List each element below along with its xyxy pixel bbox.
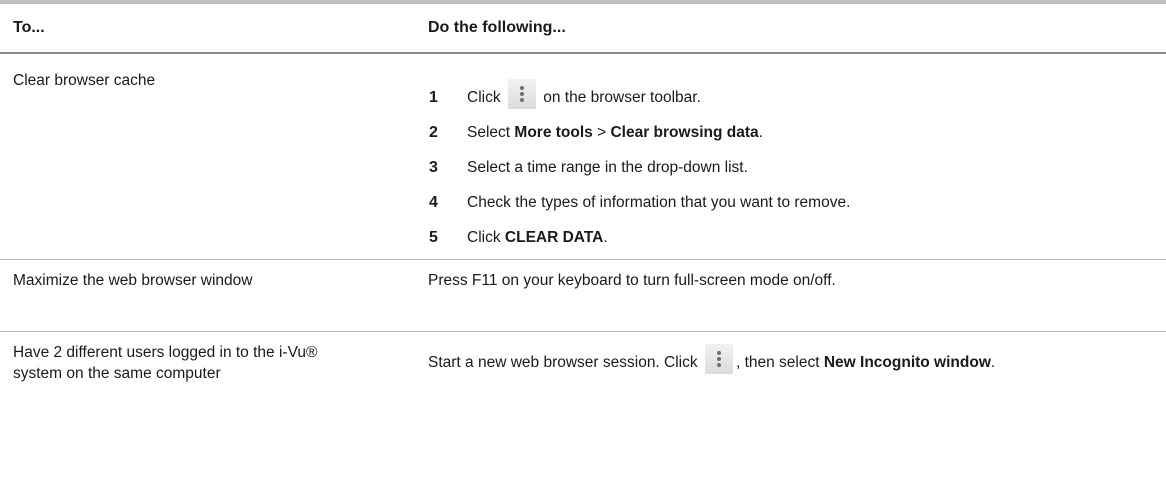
menu-path-more-tools: More tools (514, 123, 593, 141)
new-incognito-window-label: New Incognito window (823, 354, 991, 372)
task-clear-cache: Clear browser cache (13, 72, 156, 89)
table-row: Clear browser cache 1 Click on the brows… (0, 54, 1166, 260)
chrome-menu-kebab-icon (507, 78, 536, 109)
step-5: 5 Click CLEAR DATA. (420, 220, 1166, 255)
menu-path-clear-browsing-data: Clear browsing data (610, 123, 759, 141)
step-4: 4 Check the types of information that yo… (420, 185, 1166, 220)
step-text: Check the types of information that you … (467, 193, 851, 211)
table-row: Maximize the web browser window Press F1… (0, 260, 1166, 332)
task-two-users: Have 2 different users logged in to the … (13, 344, 318, 382)
task-maximize-window: Maximize the web browser window (13, 272, 253, 289)
action-two-users: Start a new web browser session. Click ,… (420, 332, 1166, 412)
step-2: 2 Select More tools > Clear browsing dat… (420, 115, 1166, 150)
instruction-table: To... Do the following... Clear browser … (0, 0, 1166, 412)
step-text: Click CLEAR DATA. (467, 228, 608, 246)
table-row: Have 2 different users logged in to the … (0, 332, 1166, 412)
step-text: Select More tools > Clear browsing data. (467, 123, 763, 141)
step-number: 2 (429, 123, 438, 141)
step-number: 3 (429, 158, 438, 176)
step-number: 4 (429, 193, 438, 211)
step-3: 3 Select a time range in the drop-down l… (420, 150, 1166, 185)
step-1: 1 Click on the browser toolbar. (420, 78, 1166, 115)
chrome-menu-kebab-icon (704, 344, 733, 374)
step-text: Select a time range in the drop-down lis… (467, 158, 748, 176)
step-number: 1 (429, 88, 438, 106)
step-number: 5 (429, 228, 438, 246)
clear-data-label: CLEAR DATA (504, 228, 604, 246)
header-to: To... (13, 19, 45, 36)
steps-clear-cache: 1 Click on the browser toolbar. 2 Select… (420, 54, 1166, 259)
header-do: Do the following... (428, 19, 566, 36)
table-header-row: To... Do the following... (0, 4, 1166, 54)
action-maximize-window: Press F11 on your keyboard to turn full-… (428, 272, 836, 289)
step-text: Click on the browser toolbar. (461, 78, 701, 109)
